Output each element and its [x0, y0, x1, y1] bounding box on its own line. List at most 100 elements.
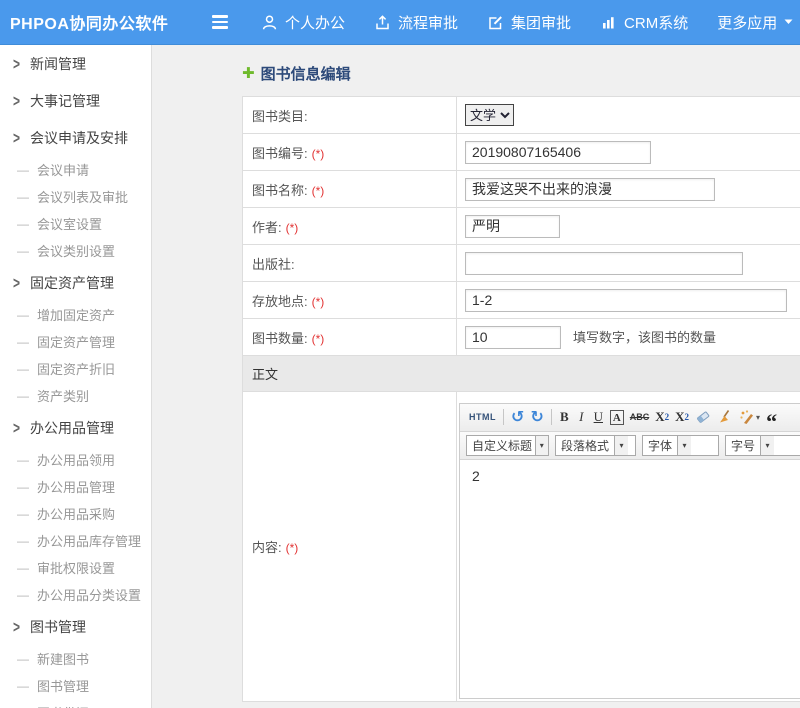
sidebar-item-label: 图书借阅 — [37, 703, 89, 708]
sidebar-item-label: 新建图书 — [37, 649, 89, 668]
magic-pen-icon — [739, 409, 755, 425]
sidebar-item-label: 办公用品管理 — [37, 477, 115, 496]
bold-button[interactable]: B — [556, 406, 573, 428]
rich-text-editor: HTML ↺ ↻ B I U A ABC X2 X2 — [459, 403, 800, 699]
sidebar-item-supplies-manage[interactable]: — 办公用品管理 — [0, 473, 151, 500]
sidebar-item-meeting-type[interactable]: —会议类别设置 — [0, 237, 151, 264]
dash-icon: — — [17, 588, 29, 602]
book-category-select[interactable]: 文学 — [465, 104, 514, 126]
sidebar-item-supplies-stock[interactable]: —办公用品库存管理 — [0, 527, 151, 554]
sidebar-group-events[interactable]: >大事记管理 — [0, 82, 151, 119]
sidebar-item-asset-manage[interactable]: —固定资产管理 — [0, 328, 151, 355]
custom-title-dropdown[interactable]: 自定义标题▾ — [466, 435, 549, 456]
sidebar-item-label: 办公用品领用 — [37, 450, 115, 469]
sidebar-item-asset-add[interactable]: —增加固定资产 — [0, 301, 151, 328]
nav-more-apps[interactable]: 更多应用 — [717, 12, 793, 33]
sidebar-group-books[interactable]: >图书管理 — [0, 608, 151, 645]
field-label: 出版社: — [252, 257, 295, 272]
redo-button[interactable]: ↻ — [527, 406, 546, 428]
font-color-button[interactable]: A — [607, 406, 627, 428]
sidebar-item-meeting-list[interactable]: —会议列表及审批 — [0, 183, 151, 210]
required-mark: (*) — [312, 147, 325, 161]
sidebar-item-label: 会议申请 — [37, 160, 89, 179]
sidebar-group-news[interactable]: >新闻管理 — [0, 45, 151, 82]
nav-label: CRM系统 — [624, 12, 688, 33]
field-label: 图书数量: — [252, 331, 308, 346]
sidebar-item-book-borrow[interactable]: —图书借阅 — [0, 699, 151, 708]
book-name-input[interactable] — [465, 178, 715, 201]
publisher-input[interactable] — [465, 252, 743, 275]
form-row-category: 图书类目: 文学 — [243, 97, 800, 134]
book-number-input[interactable] — [465, 141, 651, 164]
nav-personal-office[interactable]: 个人办公 — [261, 12, 345, 33]
sidebar-item-label: 会议类别设置 — [37, 241, 115, 260]
dash-icon: — — [17, 453, 29, 467]
underline-button[interactable]: U — [590, 406, 607, 428]
dash-icon: — — [17, 534, 29, 548]
nav-label: 更多应用 — [717, 12, 777, 33]
sidebar-item-label: 资产类别 — [37, 386, 89, 405]
hamburger-menu-icon[interactable] — [208, 11, 232, 33]
sidebar-item-label: 会议列表及审批 — [37, 187, 128, 206]
dash-icon: — — [17, 163, 29, 177]
caret-down-icon: ▾ — [756, 413, 760, 422]
sidebar-item-label: 增加固定资产 — [37, 305, 115, 324]
dash-icon: — — [17, 480, 29, 494]
form-row-content: 内容:(*) HTML ↺ ↻ B I U A A — [243, 392, 800, 702]
required-mark: (*) — [312, 184, 325, 198]
location-input[interactable] — [465, 289, 787, 312]
auto-format-button[interactable]: ▾ — [736, 406, 763, 428]
sidebar-item-meeting-apply[interactable]: — 会议申请 — [0, 156, 151, 183]
field-label: 图书编号: — [252, 146, 308, 161]
quantity-input[interactable] — [465, 326, 561, 349]
font-color-glyph: A — [610, 410, 624, 425]
sidebar-group-assets[interactable]: >固定资产管理 — [0, 264, 151, 301]
sidebar-group-label: 办公用品管理 — [30, 418, 114, 438]
sidebar-item-approval-permission[interactable]: —审批权限设置 — [0, 554, 151, 581]
sidebar-item-label: 会议室设置 — [37, 214, 102, 233]
paragraph-format-dropdown[interactable]: 段落格式▾ — [555, 435, 636, 456]
person-icon — [261, 14, 278, 31]
nav-crm[interactable]: CRM系统 — [600, 12, 688, 33]
sidebar-group-supplies[interactable]: >办公用品管理 — [0, 409, 151, 446]
nav-label: 集团审批 — [511, 12, 571, 33]
editor-content-area[interactable]: 2 — [460, 460, 800, 698]
nav-group-approval[interactable]: 集团审批 — [487, 12, 571, 33]
sidebar-item-supplies-purchase[interactable]: —办公用品采购 — [0, 500, 151, 527]
undo-button[interactable]: ↺ — [508, 406, 527, 428]
font-size-dropdown[interactable]: 字号▾ — [725, 435, 800, 456]
toolbar-divider — [503, 409, 504, 425]
format-brush-button[interactable] — [714, 406, 736, 428]
author-input[interactable] — [465, 215, 560, 238]
strikethrough-button[interactable]: ABC — [627, 406, 653, 428]
sidebar-item-book-new[interactable]: — 新建图书 — [0, 645, 151, 672]
source-code-button[interactable]: HTML — [466, 406, 499, 428]
section-header-label: 正文 — [252, 367, 278, 382]
sidebar-item-book-manage[interactable]: — 图书管理 — [0, 672, 151, 699]
sidebar-item-supplies-claim[interactable]: — 办公用品领用 — [0, 446, 151, 473]
sidebar-item-label: 图书管理 — [37, 676, 89, 695]
dash-icon: — — [17, 652, 29, 666]
dash-icon: — — [17, 389, 29, 403]
sidebar-item-label: 办公用品分类设置 — [37, 585, 141, 604]
sidebar-group-meeting[interactable]: >会议申请及安排 — [0, 119, 151, 156]
nav-workflow-approval[interactable]: 流程审批 — [374, 12, 458, 33]
eraser-icon — [695, 409, 711, 425]
eraser-button[interactable] — [692, 406, 714, 428]
sidebar-item-label: 审批权限设置 — [37, 558, 115, 577]
sidebar-item-asset-depreciation[interactable]: —固定资产折旧 — [0, 355, 151, 382]
sidebar-item-supplies-category[interactable]: — 办公用品分类设置 — [0, 581, 151, 608]
sidebar-item-meeting-room[interactable]: —会议室设置 — [0, 210, 151, 237]
subscript-button[interactable]: X2 — [672, 406, 692, 428]
chevron-right-icon: > — [13, 617, 20, 636]
font-family-dropdown[interactable]: 字体▾ — [642, 435, 719, 456]
italic-button[interactable]: I — [573, 406, 590, 428]
blockquote-button[interactable]: “ — [763, 406, 780, 428]
sidebar-item-asset-category[interactable]: — 资产类别 — [0, 382, 151, 409]
dash-icon: — — [17, 679, 29, 693]
chevron-right-icon: > — [13, 273, 20, 292]
workflow-icon — [374, 14, 391, 31]
superscript-button[interactable]: X2 — [652, 406, 672, 428]
sidebar-item-label: 固定资产管理 — [37, 332, 115, 351]
field-label: 内容: — [252, 540, 282, 555]
